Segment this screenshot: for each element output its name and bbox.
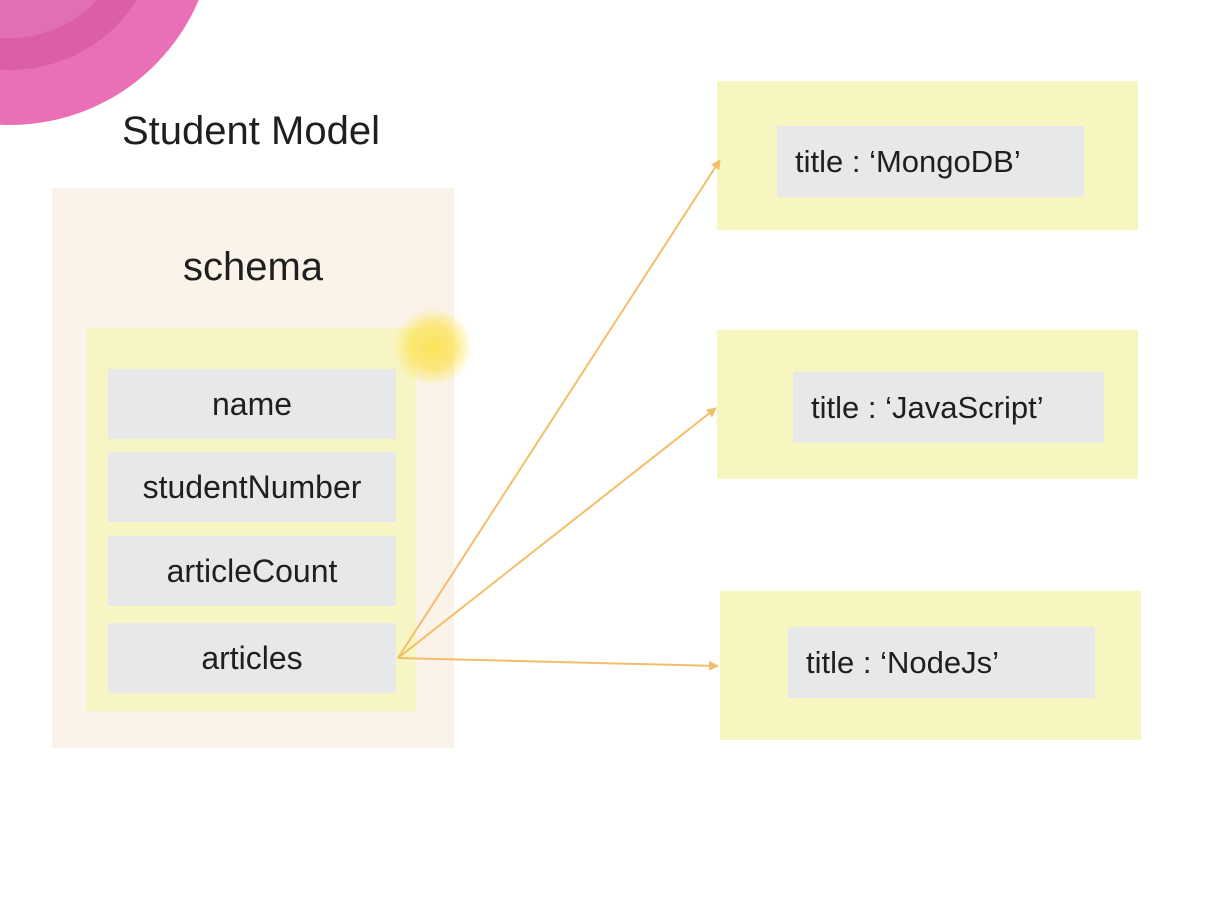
reference-arrows: [397, 159, 721, 671]
arrow-to-nodejs: [397, 657, 719, 671]
arrow-to-javascript: [397, 407, 717, 659]
arrow-to-mongodb: [397, 159, 721, 659]
